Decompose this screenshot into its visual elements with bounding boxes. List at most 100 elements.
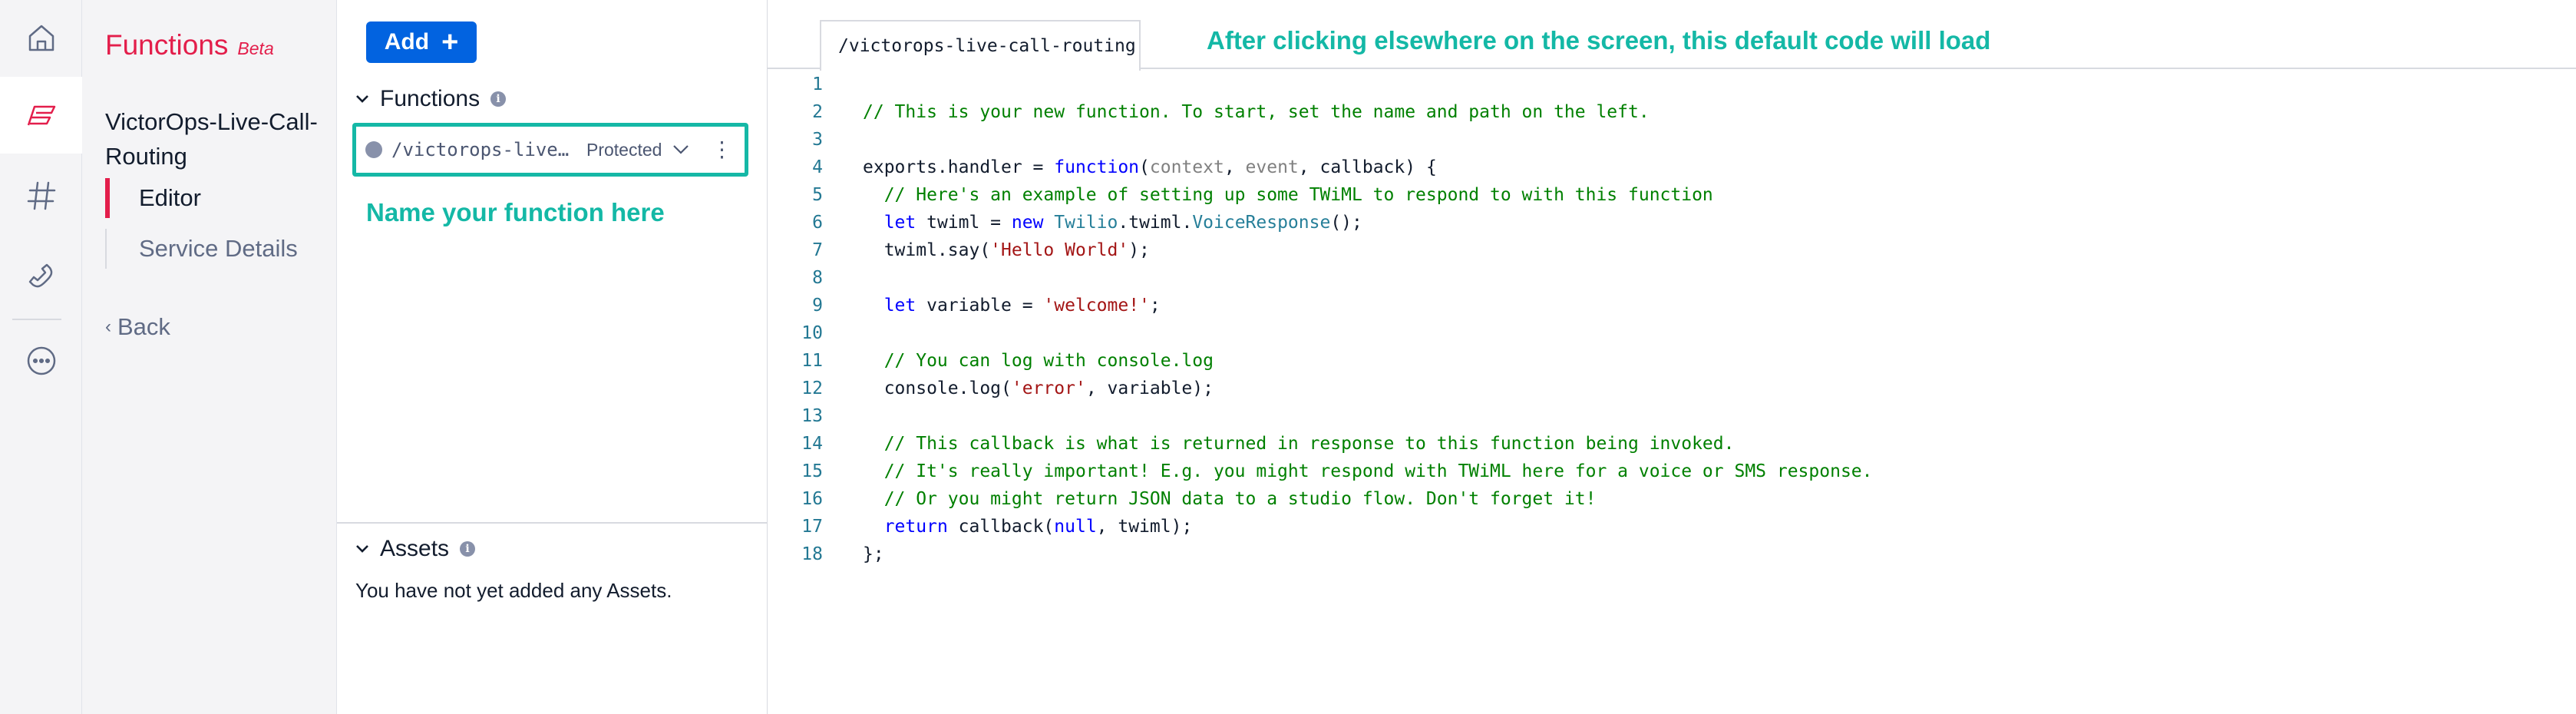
info-icon[interactable]: i	[490, 91, 507, 107]
code-line[interactable]: 3	[768, 126, 2576, 154]
code-text: twiml.say('Hello World');	[863, 240, 1150, 260]
code-line[interactable]: 11 // You can log with console.log	[768, 347, 2576, 375]
code-token: twiml =	[916, 213, 1012, 233]
line-number: 2	[812, 102, 823, 122]
line-number: 3	[812, 130, 823, 150]
back-label: Back	[117, 313, 170, 340]
sidebar-item-service-details[interactable]: Service Details	[105, 229, 298, 269]
line-number: 17	[801, 517, 823, 537]
line-number: 9	[812, 296, 823, 316]
code-text: // It's really important! E.g. you might…	[863, 461, 1873, 481]
code-token: // This callback is what is returned in …	[863, 434, 1735, 454]
assets-section-toggle[interactable]: Assets i	[355, 536, 476, 562]
code-line[interactable]: 5 // Here's an example of setting up som…	[768, 181, 2576, 209]
hash-nav-button[interactable]	[0, 157, 82, 234]
code-token: new	[1011, 213, 1044, 233]
code-token: Twilio	[1054, 213, 1118, 233]
code-line[interactable]: 16 // Or you might return JSON data to a…	[768, 485, 2576, 513]
code-line[interactable]: 12 console.log('error', variable);	[768, 375, 2576, 402]
beta-badge: Beta	[237, 38, 274, 58]
visibility-select[interactable]: Protected	[586, 140, 662, 160]
chevron-down-icon[interactable]	[672, 144, 689, 155]
more-nav-button[interactable]	[0, 322, 82, 399]
code-line[interactable]: 13	[768, 402, 2576, 430]
line-number: 18	[801, 544, 823, 564]
code-text: // This callback is what is returned in …	[863, 434, 1735, 454]
code-editor[interactable]: 1 2// This is your new function. To start…	[768, 71, 2576, 714]
code-token: VoiceResponse	[1192, 213, 1331, 233]
product-name: Functions	[105, 29, 229, 61]
code-token: ();	[1330, 213, 1362, 233]
code-token: // It's really important! E.g. you might…	[863, 461, 1873, 481]
code-token: let	[883, 213, 916, 233]
code-token: ,	[1224, 157, 1246, 177]
code-line[interactable]: 14 // This callback is what is returned …	[768, 430, 2576, 458]
code-text: let variable = 'welcome!';	[863, 296, 1161, 316]
code-line[interactable]: 4 exports.handler = function(context, eve…	[768, 154, 2576, 181]
kebab-menu-icon[interactable]: ⋮	[711, 139, 732, 160]
code-token: return	[883, 517, 948, 537]
annotation-default-code: After clicking elsewhere on the screen, …	[1207, 26, 1991, 55]
rail-divider	[12, 319, 61, 320]
chevron-down-icon	[356, 95, 368, 103]
code-line[interactable]: 1	[768, 71, 2576, 98]
functions-section-toggle[interactable]: Functions i	[355, 86, 507, 112]
code-line[interactable]: 17 return callback(null, twiml);	[768, 513, 2576, 540]
code-token: console.log(	[863, 378, 1012, 398]
line-number: 8	[812, 268, 823, 288]
add-button[interactable]: Add +	[366, 21, 477, 63]
chevron-down-icon	[356, 545, 368, 553]
line-number: 7	[812, 240, 823, 260]
code-text: exports.handler = function(context, even…	[863, 157, 1437, 177]
line-number: 12	[801, 378, 823, 398]
product-title: Functions Beta	[105, 29, 274, 61]
code-token: , callback) {	[1298, 157, 1437, 177]
code-token: , twiml);	[1096, 517, 1193, 537]
code-text: let twiml = new Twilio.twiml.VoiceRespon…	[863, 213, 1362, 233]
code-token: 'error'	[1011, 378, 1086, 398]
code-text: // This is your new function. To start, …	[863, 102, 1650, 122]
line-number: 6	[812, 213, 823, 233]
code-line[interactable]: 10	[768, 319, 2576, 347]
code-token: twiml.say(	[863, 240, 991, 260]
code-token: .twiml.	[1118, 213, 1193, 233]
code-token: ;	[1149, 296, 1161, 316]
phone-nav-button[interactable]	[0, 238, 82, 315]
functions-nav-button[interactable]	[0, 77, 82, 154]
code-token: };	[863, 544, 884, 564]
code-text: return callback(null, twiml);	[863, 517, 1193, 537]
code-token: // This is your new function. To start, …	[863, 102, 1650, 122]
code-token: , variable);	[1085, 378, 1214, 398]
function-list-item[interactable]: /victorops-live-call-routing Protected ⋮	[352, 123, 748, 177]
code-text: // Here's an example of setting up some …	[863, 185, 1713, 205]
chevron-left-icon: ‹	[105, 316, 111, 337]
sidebar-item-editor[interactable]: Editor	[105, 178, 201, 218]
editor-tab[interactable]: /victorops-live-call-routing	[820, 20, 1141, 71]
code-token: variable =	[916, 296, 1044, 316]
home-nav-button[interactable]	[0, 0, 82, 77]
more-icon	[27, 346, 55, 375]
functions-pane: Add + Functions i /victorops-live-call-r…	[337, 0, 768, 714]
product-sidebar: Functions Beta VictorOps-Live-Call-Routi…	[82, 0, 337, 714]
code-token: );	[1128, 240, 1150, 260]
add-label: Add	[384, 29, 430, 55]
back-link[interactable]: ‹ Back	[105, 313, 170, 341]
function-path: /victorops-live-call-routing	[391, 139, 573, 160]
code-token: // You can log with console.log	[863, 351, 1214, 371]
code-token: null	[1054, 517, 1097, 537]
code-token: function	[1054, 157, 1140, 177]
annotation-name-function: Name your function here	[366, 198, 665, 226]
code-line[interactable]: 8	[768, 264, 2576, 292]
code-line[interactable]: 9 let variable = 'welcome!';	[768, 292, 2576, 319]
info-icon[interactable]: i	[460, 541, 476, 557]
code-line[interactable]: 2 // This is your new function. To start,…	[768, 98, 2576, 126]
code-text: console.log('error', variable);	[863, 378, 1214, 398]
code-token: // Here's an example of setting up some …	[863, 185, 1713, 205]
code-line[interactable]: 6 let twiml = new Twilio.twiml.VoiceResp…	[768, 209, 2576, 236]
code-line[interactable]: 15 // It's really important! E.g. you mi…	[768, 458, 2576, 485]
code-token: context	[1149, 157, 1224, 177]
code-line[interactable]: 7 twiml.say('Hello World');	[768, 236, 2576, 264]
code-line[interactable]: 18};	[768, 540, 2576, 568]
